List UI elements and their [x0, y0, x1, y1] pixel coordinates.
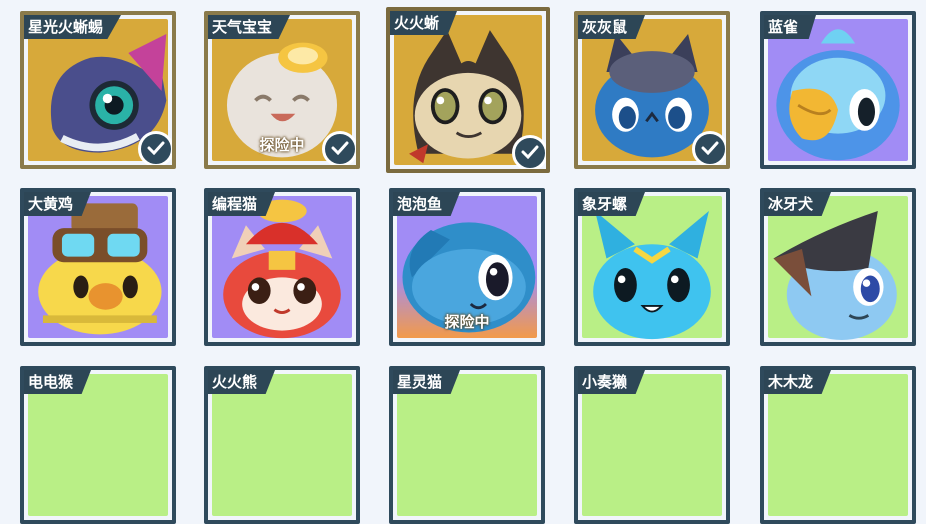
pet-name-label: 星灵猫	[393, 370, 461, 394]
pet-name-label: 电电猴	[24, 370, 92, 394]
pet-name-label: 编程猫	[208, 192, 276, 216]
pet-name-label: 小奏獭	[578, 370, 646, 394]
pet-name-label: 大黄鸡	[24, 192, 92, 216]
pet-card[interactable]: 木木龙	[760, 366, 916, 524]
pet-card[interactable]: 泡泡鱼 探险中	[389, 188, 545, 346]
card-background	[28, 374, 168, 516]
pet-name-label: 木木龙	[764, 370, 832, 394]
pet-card[interactable]: 天气宝宝 探险中	[204, 11, 360, 169]
pet-card[interactable]: 灰灰鼠	[574, 11, 730, 169]
card-background	[582, 374, 722, 516]
pet-name-label: 星光火蜥蜴	[24, 15, 122, 39]
pet-name-label: 灰灰鼠	[578, 15, 646, 39]
pet-name-label: 天气宝宝	[208, 15, 291, 39]
pet-card[interactable]: 编程猫	[204, 188, 360, 346]
card-background	[768, 374, 908, 516]
pet-card[interactable]: 蓝雀	[760, 11, 916, 169]
pet-name-label: 火火熊	[208, 370, 276, 394]
pet-name-label: 蓝雀	[764, 15, 817, 39]
pet-card[interactable]: 火火熊	[204, 366, 360, 524]
pet-card[interactable]: 冰牙犬	[760, 188, 916, 346]
card-background	[397, 374, 537, 516]
pet-card[interactable]: 电电猴	[20, 366, 176, 524]
pet-name-label: 泡泡鱼	[393, 192, 461, 216]
owned-check-icon	[322, 131, 356, 165]
pet-card[interactable]: 象牙螺	[574, 188, 730, 346]
pet-card[interactable]: 大黄鸡	[20, 188, 176, 346]
pet-card[interactable]: 星光火蜥蜴	[20, 11, 176, 169]
owned-check-icon	[138, 131, 172, 165]
pet-card[interactable]: 星灵猫	[389, 366, 545, 524]
pet-name-label: 象牙螺	[578, 192, 646, 216]
pet-grid: 星光火蜥蜴 天气宝宝 探险中 火火蜥 灰灰鼠 蓝雀 大黄鸡 编程猫 泡泡鱼 探险…	[0, 0, 926, 524]
pet-name-label: 火火蜥	[390, 11, 458, 35]
pet-name-label: 冰牙犬	[764, 192, 832, 216]
owned-check-icon	[512, 135, 546, 169]
exploring-status: 探险中	[444, 313, 490, 331]
pet-card[interactable]: 小奏獭	[574, 366, 730, 524]
pet-card[interactable]: 火火蜥	[386, 7, 550, 173]
card-background	[212, 374, 352, 516]
owned-check-icon	[692, 131, 726, 165]
